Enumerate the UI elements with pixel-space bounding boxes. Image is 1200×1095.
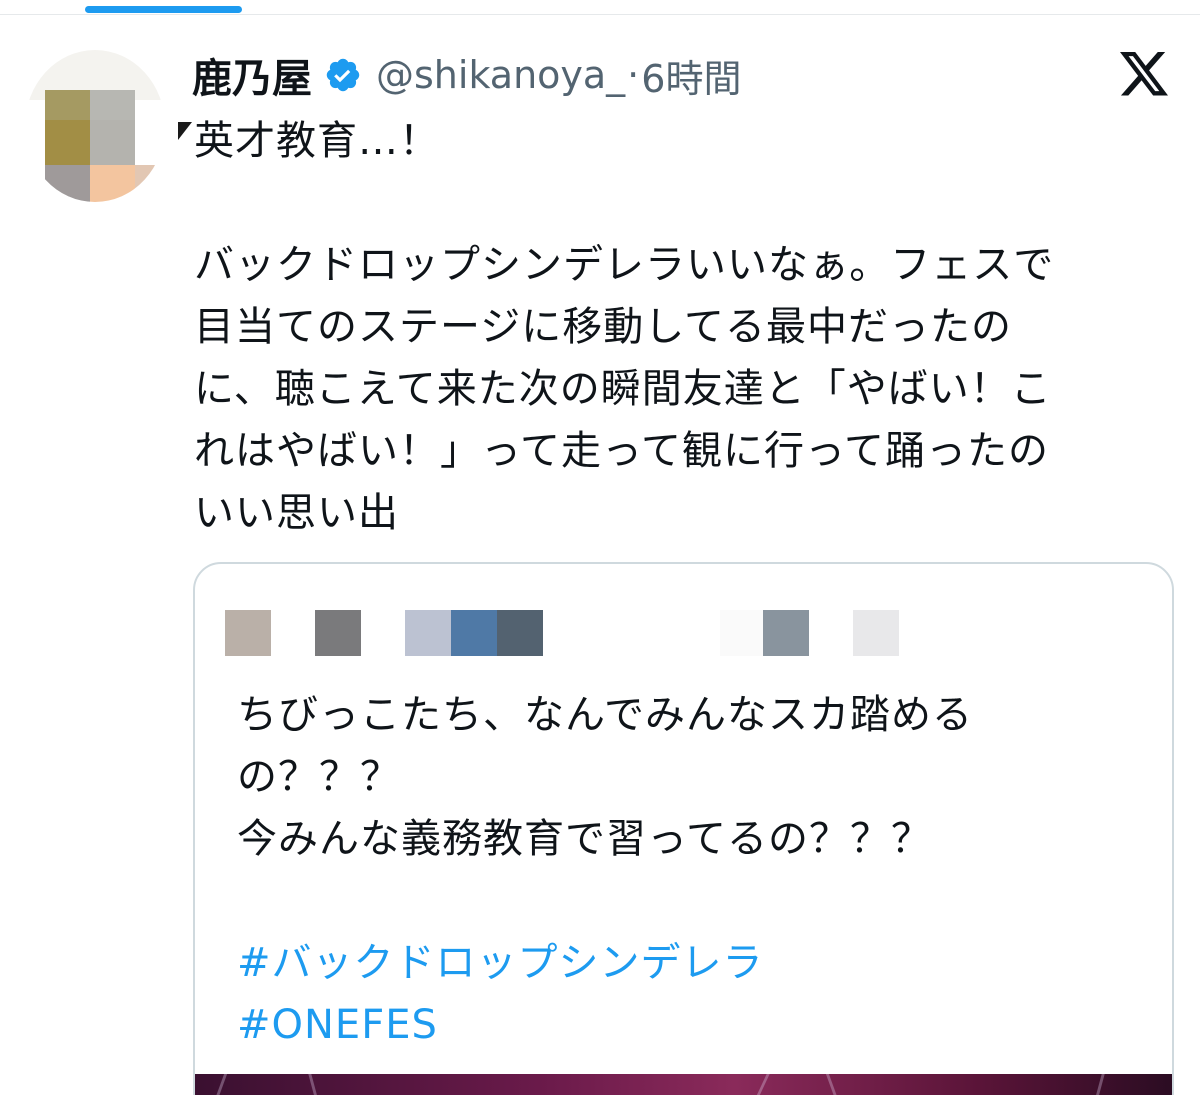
tweet-screen: 鹿乃屋 @shikanoya_ · 6時間 英才教育…！ バックドロップシンデレ… — [0, 0, 1200, 1095]
tweet-line: 英才教育…！ — [194, 118, 440, 164]
quote-line: 今みんな義務教育で習ってるの？？？ — [237, 816, 932, 862]
tweet-line: いい思い出 — [194, 490, 399, 536]
hashtag-link[interactable]: #ONEFES — [237, 994, 1137, 1056]
quoted-tweet-text: ちびっこたち、なんでみんなスカ踏める の？？？ 今みんな義務教育で習ってるの？？… — [237, 684, 1137, 1056]
quoted-tweet-media[interactable] — [195, 1074, 1172, 1095]
quoted-tweet-card[interactable]: ちびっこたち、なんでみんなスカ踏める の？？？ 今みんな義務教育で習ってるの？？… — [193, 562, 1174, 1095]
tweet-header: 鹿乃屋 @shikanoya_ · 6時間 — [192, 45, 741, 105]
quoted-tweet-header-redacted — [225, 610, 925, 656]
active-tab-indicator — [85, 6, 242, 13]
quote-line: の？？？ — [237, 754, 401, 800]
quote-blank-line — [237, 870, 1137, 932]
tweet-line: れはやばい！」って走って観に行って踊ったの — [194, 428, 1049, 474]
tweet-line: 目当てのステージに移動してる最中だったの — [194, 304, 1012, 350]
tweet-text: 英才教育…！ バックドロップシンデレラいいなぁ。フェスで 目当てのステージに移動… — [194, 110, 1154, 544]
tweet-line: バックドロップシンデレラいいなぁ。フェスで — [194, 242, 1055, 288]
avatar[interactable] — [25, 50, 165, 202]
separator-dot: · — [627, 53, 640, 97]
top-divider — [0, 14, 1200, 15]
verified-badge-icon — [324, 56, 362, 94]
post-time[interactable]: 6時間 — [641, 48, 741, 103]
author-handle[interactable]: @shikanoya_ — [376, 53, 625, 97]
hashtag-link[interactable]: #バックドロップシンデレラ — [237, 932, 1137, 994]
text-cursor-mark — [178, 122, 192, 140]
x-logo-icon[interactable] — [1118, 52, 1170, 96]
author-name[interactable]: 鹿乃屋 — [192, 46, 312, 104]
quote-line: ちびっこたち、なんでみんなスカ踏める — [237, 692, 973, 738]
tweet-line: に、聴こえて来た次の瞬間友達と「やばい！こ — [194, 366, 1052, 412]
